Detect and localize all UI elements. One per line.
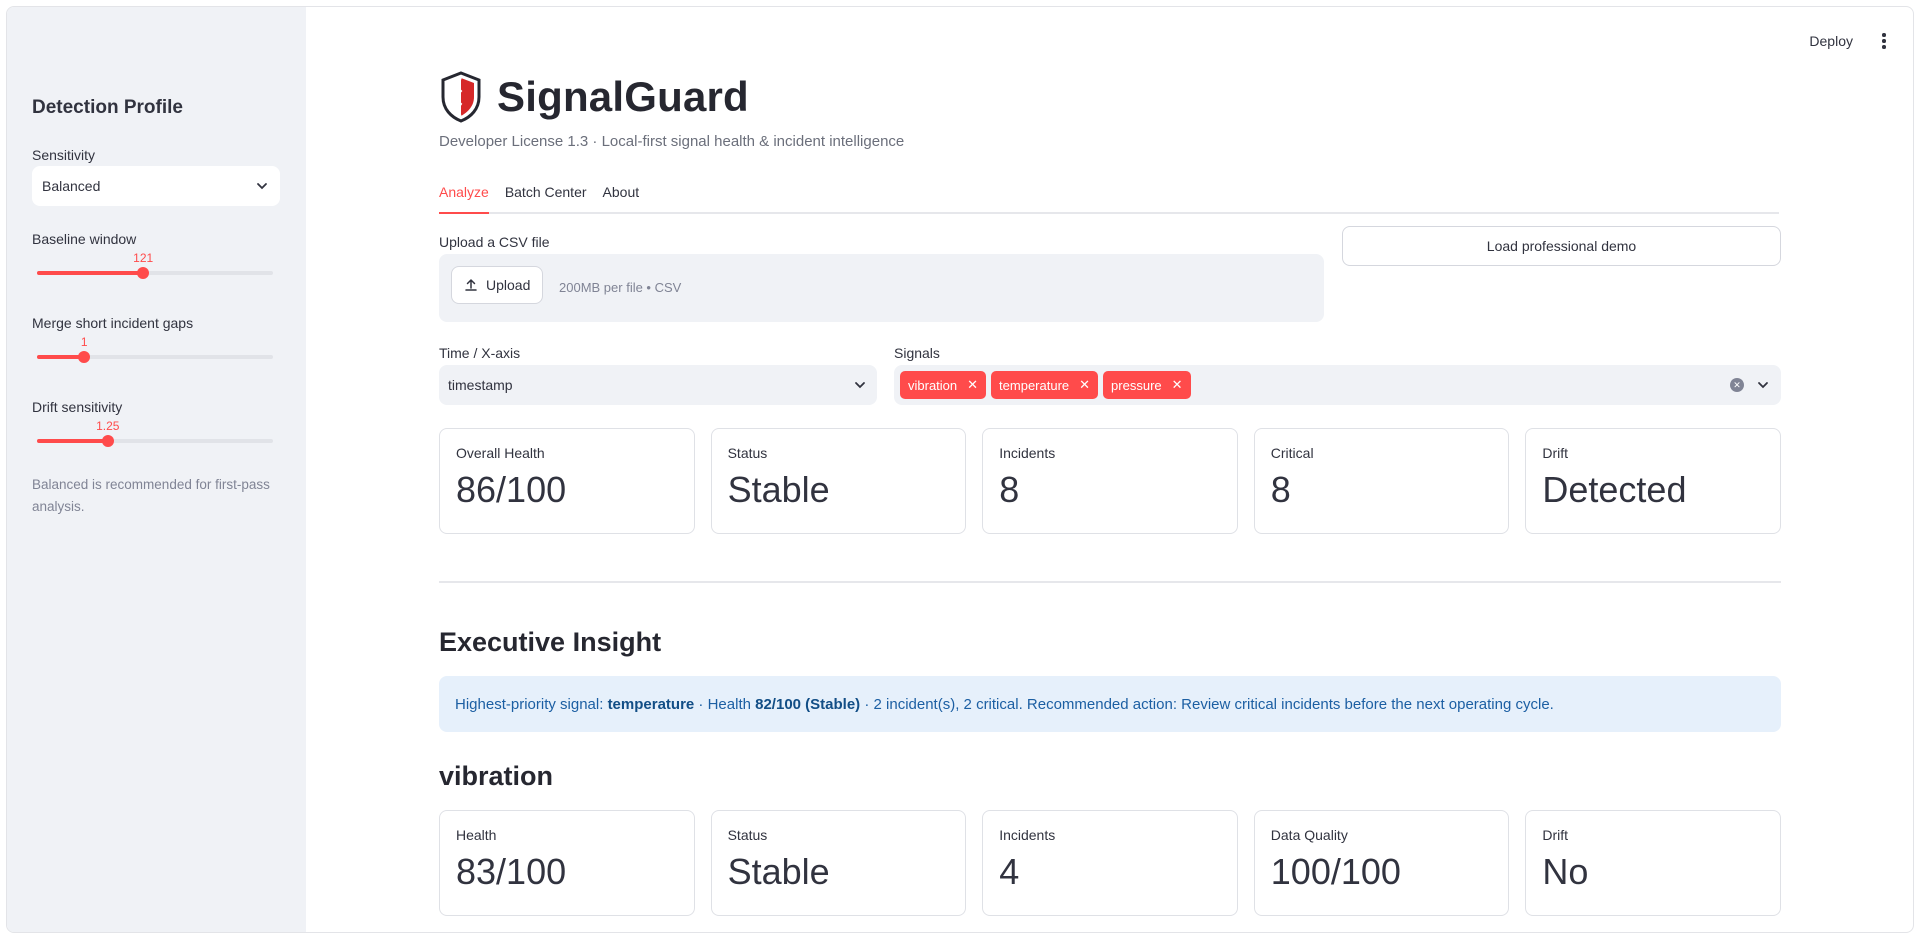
sidebar: Detection Profile Sensitivity Balanced B…	[7, 7, 306, 932]
metric-card-drift: Drift No	[1525, 810, 1781, 916]
metric-card-drift: Drift Detected	[1525, 428, 1781, 534]
metric-card-incidents: Incidents 4	[982, 810, 1238, 916]
signal-metrics: Health 83/100 Status Stable Incidents 4 …	[439, 810, 1781, 916]
tab-analyze[interactable]: Analyze	[439, 180, 489, 214]
metric-value: 86/100	[456, 469, 567, 510]
time-axis-select[interactable]: timestamp	[439, 365, 877, 405]
drift-sensitivity-label: Drift sensitivity	[32, 399, 123, 415]
signals-label: Signals	[894, 345, 940, 361]
slider-fill	[37, 355, 85, 359]
upload-label: Upload a CSV file	[439, 234, 550, 250]
tab-bar: Analyze Batch Center About	[439, 180, 1779, 214]
upload-hint: 200MB per file • CSV	[559, 280, 682, 295]
baseline-window-slider[interactable]: 121	[37, 251, 273, 281]
file-dropzone[interactable]: Upload 200MB per file • CSV	[439, 254, 1324, 322]
tab-batch-center[interactable]: Batch Center	[505, 180, 587, 212]
metric-card-data-quality: Data Quality 100/100	[1253, 810, 1510, 916]
metric-label: Incidents	[999, 827, 1056, 843]
metric-label: Incidents	[999, 445, 1056, 461]
metric-value: 8	[999, 469, 1020, 510]
app-title: SignalGuard	[497, 73, 749, 120]
insight-heading: Executive Insight	[439, 627, 662, 657]
chip-label: pressure	[1111, 377, 1162, 393]
time-axis-value: timestamp	[448, 377, 513, 393]
metric-card-status: Status Stable	[710, 428, 967, 534]
metric-value: 83/100	[456, 851, 567, 892]
upload-button[interactable]: Upload	[451, 266, 544, 304]
signal-heading: vibration	[439, 761, 554, 791]
metric-label: Critical	[1270, 445, 1314, 461]
tab-about[interactable]: About	[603, 180, 640, 212]
signal-chip-vibration: vibration ✕	[900, 371, 987, 399]
metric-value: No	[1542, 851, 1589, 892]
shield-logo-icon	[441, 71, 481, 123]
signals-multiselect[interactable]: vibration ✕ temperature ✕ pressure ✕ ✕	[894, 365, 1781, 405]
metric-value: Detected	[1542, 469, 1687, 510]
sensitivity-value: Balanced	[42, 178, 101, 194]
sensitivity-label: Sensitivity	[32, 147, 96, 163]
chip-label: vibration	[908, 377, 958, 393]
remove-chip-icon[interactable]: ✕	[967, 377, 978, 393]
app-subtitle: Developer License 1.3 · Local-first sign…	[439, 133, 905, 150]
signal-chip-pressure: pressure ✕	[1103, 371, 1191, 399]
chevron-down-icon	[855, 382, 865, 389]
time-axis-label: Time / X-axis	[439, 345, 521, 361]
remove-chip-icon[interactable]: ✕	[1079, 377, 1090, 393]
signal-chip-temperature: temperature ✕	[991, 371, 1099, 399]
insight-text: Highest-priority signal: temperature · H…	[455, 695, 1554, 713]
slider-value: 1.25	[96, 419, 120, 433]
merge-gaps-label: Merge short incident gaps	[32, 315, 194, 331]
metric-label: Health	[456, 827, 497, 843]
clear-all-icon[interactable]: ✕	[1730, 378, 1744, 392]
section-divider	[439, 581, 1781, 583]
slider-fill	[37, 271, 144, 275]
baseline-window-label: Baseline window	[32, 231, 137, 247]
metric-label: Drift	[1542, 827, 1569, 843]
slider-thumb[interactable]	[101, 435, 114, 447]
slider-fill	[37, 439, 108, 443]
metric-value: 100/100	[1270, 851, 1401, 892]
sidebar-title: Detection Profile	[32, 97, 183, 118]
metric-card-health: Health 83/100	[439, 810, 695, 916]
metric-label: Drift	[1542, 445, 1569, 461]
more-menu-icon[interactable]	[1881, 33, 1887, 49]
metric-card-incidents: Incidents 8	[982, 428, 1238, 534]
chevron-down-icon[interactable]	[1755, 377, 1771, 393]
metric-card-overall-health: Overall Health 86/100	[439, 428, 695, 534]
chip-label: temperature	[999, 377, 1070, 393]
overview-metrics: Overall Health 86/100 Status Stable Inci…	[439, 428, 1781, 534]
metric-label: Data Quality	[1270, 827, 1348, 843]
load-demo-button[interactable]: Load professional demo	[1342, 226, 1781, 266]
metric-label: Status	[727, 445, 768, 461]
drift-sensitivity-slider[interactable]: 1.25	[37, 419, 273, 449]
slider-thumb[interactable]	[137, 267, 150, 279]
slider-thumb[interactable]	[78, 351, 91, 363]
metric-card-critical: Critical 8	[1253, 428, 1510, 534]
metric-label: Status	[727, 827, 768, 843]
metric-value: 8	[1270, 469, 1291, 510]
metric-value: Stable	[727, 851, 830, 892]
upload-icon	[465, 278, 477, 291]
app-frame: Detection Profile Sensitivity Balanced B…	[6, 6, 1914, 933]
merge-gaps-slider[interactable]: 1	[37, 335, 273, 365]
slider-value: 1	[80, 335, 88, 349]
remove-chip-icon[interactable]: ✕	[1172, 377, 1183, 393]
chevron-down-icon	[257, 183, 267, 190]
metric-label: Overall Health	[456, 445, 545, 461]
metric-value: 4	[999, 851, 1020, 892]
sidebar-note: Balanced is recommended for first-pass a…	[32, 477, 270, 514]
metric-card-status: Status Stable	[710, 810, 967, 916]
slider-value: 121	[133, 251, 154, 265]
upload-button-label: Upload	[486, 277, 531, 293]
insight-callout: Highest-priority signal: temperature · H…	[439, 676, 1781, 732]
sensitivity-select[interactable]: Balanced	[32, 166, 280, 206]
deploy-button[interactable]: Deploy	[1809, 33, 1853, 49]
metric-value: Stable	[727, 469, 830, 510]
